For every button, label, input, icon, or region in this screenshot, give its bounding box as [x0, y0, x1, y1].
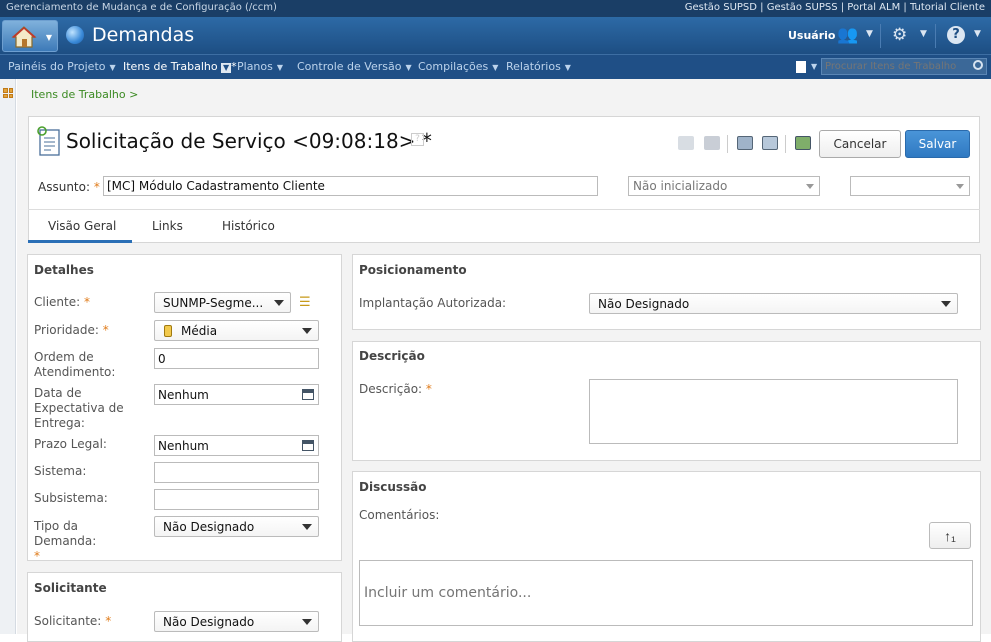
work-item-type-icon [37, 126, 60, 156]
cliente-label: Cliente: * [34, 295, 90, 309]
save-button[interactable]: Salvar [905, 130, 970, 158]
divider [785, 135, 786, 153]
nav-item-planos[interactable]: Planos ▼ [237, 60, 283, 73]
ordem-label: Ordem de Atendimento: [34, 350, 116, 379]
requester-title: Solicitante [34, 581, 107, 595]
prioridade-label: Prioridade: * [34, 323, 109, 337]
divider [935, 24, 936, 48]
chevron-down-icon [302, 524, 312, 530]
tab-links[interactable]: Links [152, 219, 183, 233]
side-strip [0, 79, 16, 634]
calendar-icon[interactable] [302, 440, 314, 451]
lookup-icon[interactable]: ☰ [299, 295, 315, 311]
chevron-down-icon [956, 184, 964, 189]
solicitante-label: Solicitante: * [34, 614, 112, 628]
search-input[interactable] [821, 58, 987, 75]
subsistema-label: Subsistema: [34, 491, 108, 505]
chevron-down-icon: ▼ [866, 29, 873, 39]
tipo-demanda-select[interactable]: Não Designado [154, 516, 319, 537]
workflow-icon[interactable] [795, 136, 811, 150]
priority-medium-icon [164, 325, 172, 337]
sistema-label: Sistema: [34, 464, 87, 478]
print-icon[interactable] [678, 136, 694, 150]
find-icon[interactable] [737, 136, 753, 150]
nav-item-relatorios[interactable]: Relatórios ▼ [506, 60, 571, 73]
tab-visao-geral[interactable]: Visão Geral [48, 219, 116, 233]
divider [880, 24, 881, 48]
globe-icon [66, 26, 84, 44]
ordem-input[interactable] [154, 348, 319, 369]
user-menu-label[interactable]: Usuário [788, 29, 836, 42]
app-title: Demandas [92, 24, 195, 46]
implantacao-select[interactable]: Não Designado [589, 293, 958, 314]
chevron-down-icon [302, 328, 312, 334]
data-expectativa-input[interactable] [154, 384, 319, 405]
list-icon[interactable] [796, 61, 806, 73]
divider [727, 135, 728, 153]
main-nav: Painéis do Projeto ▼ Itens de Trabalho ▼ *… [0, 54, 991, 79]
app-banner: ▼ Demandas Usuário 👥 ▼ ⚙ ▼ ? ▼ [0, 17, 991, 54]
divider [28, 209, 980, 210]
help-icon[interactable]: ? [411, 133, 424, 146]
product-context: Gerenciamento de Mudança e de Configuraç… [6, 2, 277, 13]
descricao-textarea[interactable] [589, 379, 958, 444]
chevron-down-icon [806, 184, 814, 189]
discussion-title: Discussão [359, 480, 427, 494]
chevron-down-icon: ▼ [974, 29, 981, 39]
nav-item-paineis[interactable]: Painéis do Projeto ▼ [8, 60, 116, 73]
chevron-down-icon: ▼ [811, 62, 818, 71]
subject-input[interactable] [103, 176, 598, 196]
camera-icon[interactable] [704, 136, 720, 150]
positioning-title: Posicionamento [359, 263, 467, 277]
cliente-select[interactable]: SUNMP-Segme... [154, 292, 291, 313]
nav-item-controle-de-versao[interactable]: Controle de Versão ▼ [297, 60, 412, 73]
state-select[interactable]: Não inicializado [628, 176, 820, 196]
active-tab-indicator [28, 240, 132, 243]
comment-input[interactable] [359, 560, 973, 626]
copy-icon[interactable] [762, 136, 778, 150]
subject-label: Assunto: * [38, 180, 100, 194]
nav-item-compilacoes[interactable]: Compilações ▼ [418, 60, 498, 73]
chevron-down-icon: ▼ [221, 63, 232, 73]
help-icon[interactable]: ? [947, 26, 965, 44]
descricao-label: Descrição: * [359, 382, 432, 396]
search-icon[interactable] [973, 60, 983, 70]
details-title: Detalhes [34, 263, 94, 277]
chevron-down-icon [274, 300, 284, 306]
top-strip: Gerenciamento de Mudança e de Configuraç… [0, 0, 991, 17]
chevron-down-icon [941, 301, 951, 307]
solicitante-select[interactable]: Não Designado [154, 611, 319, 632]
chevron-down-icon [302, 619, 312, 625]
dashboard-icon[interactable] [3, 88, 13, 98]
implantacao-label: Implantação Autorizada: [359, 296, 507, 310]
tab-historico[interactable]: Histórico [222, 219, 275, 233]
prazo-legal-label: Prazo Legal: [34, 437, 107, 451]
breadcrumb[interactable]: Itens de Trabalho > [31, 88, 138, 101]
home-icon [11, 26, 37, 48]
nav-item-itens-de-trabalho[interactable]: Itens de Trabalho ▼ * [123, 60, 237, 73]
work-item-title: Solicitação de Serviço <09:08:18> * [66, 129, 432, 153]
prioridade-select[interactable]: Média [154, 320, 319, 341]
data-expectativa-label: Data de Expectativa de Entrega: [34, 386, 124, 430]
comments-label: Comentários: [359, 508, 440, 522]
chevron-down-icon: ▼ [920, 29, 927, 39]
sistema-input[interactable] [154, 462, 319, 483]
cancel-button[interactable]: Cancelar [819, 130, 901, 158]
home-menu-button[interactable]: ▼ [2, 20, 58, 52]
subsistema-input[interactable] [154, 489, 319, 510]
description-title: Descrição [359, 349, 425, 363]
prazo-legal-input[interactable] [154, 435, 319, 456]
users-icon[interactable]: 👥 [837, 26, 858, 44]
chevron-down-icon: ▼ [45, 33, 52, 42]
sort-comments-button[interactable]: ↑₁ [929, 522, 971, 549]
calendar-icon[interactable] [302, 389, 314, 400]
resolution-select[interactable] [850, 176, 970, 196]
project-links[interactable]: Gestão SUPSD | Gestão SUPSS | Portal ALM… [685, 2, 985, 13]
gear-icon[interactable]: ⚙ [892, 26, 907, 44]
tipo-demanda-label: Tipo da Demanda: * [34, 519, 97, 563]
